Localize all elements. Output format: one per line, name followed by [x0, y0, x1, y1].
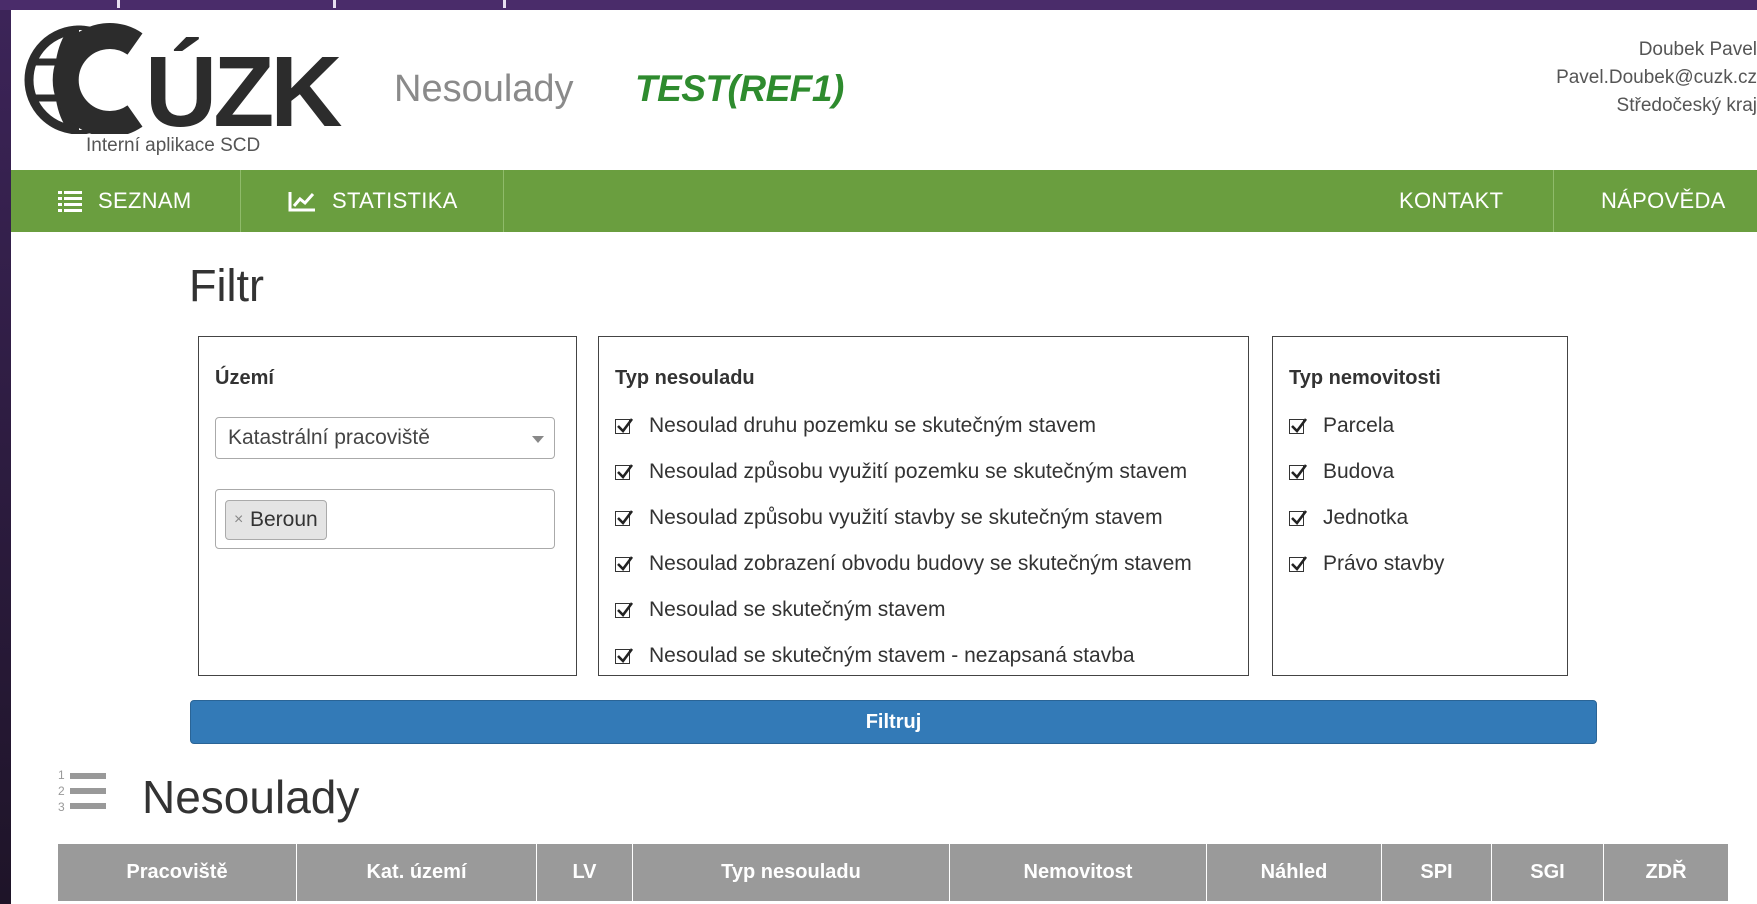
svg-text:1: 1: [58, 768, 65, 782]
panel-title-typ-nemovitosti: Typ nemovitosti: [1289, 367, 1441, 389]
typ-nemovitosti-option[interactable]: Budova: [1289, 460, 1394, 484]
results-title: Nesoulady: [142, 771, 360, 823]
checkbox-label: Nesoulad způsobu využití pozemku se skut…: [649, 460, 1188, 483]
selected-tag-label: Beroun: [250, 508, 318, 531]
nav-item-statistika[interactable]: STATISTIKA: [288, 170, 458, 232]
user-region: Středočeský kraj: [1616, 95, 1757, 116]
user-email: Pavel.Doubek@cuzk.cz: [1556, 67, 1757, 88]
cuzk-logo-graphic: ÚZK: [24, 23, 346, 148]
line-chart-icon: [288, 190, 316, 212]
typ-nesouladu-option[interactable]: Nesoulad zobrazení obvodu budovy se skut…: [615, 552, 1192, 576]
checkbox-label: Nesoulad zobrazení obvodu budovy se skut…: [649, 552, 1192, 575]
typ-nesouladu-option[interactable]: Nesoulad způsobu využití stavby se skute…: [615, 506, 1163, 530]
nav-item-napoveda[interactable]: NÁPOVĚDA: [1601, 170, 1726, 232]
uzemi-type-select-value: Katastrální pracoviště: [228, 426, 430, 449]
panel-typ-nesouladu: Typ nesouladu Nesoulad druhu pozemku se …: [598, 336, 1249, 676]
nav-label-statistika: STATISTIKA: [332, 188, 458, 213]
checkbox[interactable]: [615, 509, 634, 526]
checkbox[interactable]: [615, 463, 634, 480]
column-header[interactable]: Typ nesouladu: [633, 844, 950, 901]
app-window: ÚZK Interní aplikace SCD Nesoulady TEST(…: [11, 10, 1757, 904]
desktop-left-strip: [0, 10, 11, 904]
checkbox[interactable]: [1289, 509, 1308, 526]
checkbox-label: Nesoulad druhu pozemku se skutečným stav…: [649, 414, 1097, 437]
filter-submit-button[interactable]: Filtruj: [190, 700, 1597, 744]
nav-item-seznam[interactable]: SEZNAM: [58, 170, 191, 232]
column-header[interactable]: LV: [537, 844, 633, 901]
app-title: Nesoulady: [394, 68, 574, 110]
nav-divider: [503, 170, 504, 232]
typ-nemovitosti-option[interactable]: Jednotka: [1289, 506, 1408, 530]
checkbox[interactable]: [1289, 555, 1308, 572]
column-header[interactable]: SPI: [1382, 844, 1492, 901]
svg-text:ÚZK: ÚZK: [145, 36, 342, 134]
desktop-marker: [503, 0, 506, 8]
checkbox-label: Nesoulad způsobu využití stavby se skute…: [649, 506, 1163, 529]
environment-label: TEST(REF1): [635, 68, 844, 109]
uzemi-multiselect[interactable]: × Beroun: [215, 489, 555, 549]
checkbox[interactable]: [1289, 463, 1308, 480]
column-header[interactable]: Pracoviště: [58, 844, 297, 901]
desktop-marker: [117, 0, 120, 8]
column-header[interactable]: Náhled: [1207, 844, 1382, 901]
svg-text:2: 2: [58, 784, 65, 798]
nav-label-seznam: SEZNAM: [98, 188, 192, 213]
column-header[interactable]: ZDŘ: [1604, 844, 1728, 901]
typ-nesouladu-option[interactable]: Nesoulad druhu pozemku se skutečným stav…: [615, 414, 1096, 438]
checkbox-label: Nesoulad se skutečným stavem - nezapsaná…: [649, 644, 1135, 667]
checkbox-label: Právo stavby: [1323, 552, 1445, 575]
panel-title-uzemi: Území: [215, 367, 274, 389]
desktop-top-strip: [0, 0, 1757, 10]
typ-nemovitosti-option[interactable]: Parcela: [1289, 414, 1394, 438]
checkbox-label: Budova: [1323, 460, 1395, 483]
checkbox[interactable]: [615, 647, 634, 664]
logo-subtitle: Interní aplikace SCD: [86, 135, 261, 156]
remove-tag-icon[interactable]: ×: [234, 501, 243, 539]
column-header[interactable]: SGI: [1492, 844, 1604, 901]
checkbox[interactable]: [1289, 417, 1308, 434]
nav-divider: [240, 170, 241, 232]
nav-divider: [1553, 170, 1554, 232]
chevron-down-icon: [532, 436, 544, 443]
checkbox-label: Nesoulad se skutečným stavem: [649, 598, 946, 621]
selected-tag-beroun: × Beroun: [225, 500, 327, 540]
uzemi-type-select[interactable]: Katastrální pracoviště: [215, 417, 555, 459]
checkbox[interactable]: [615, 417, 634, 434]
checkbox[interactable]: [615, 601, 634, 618]
typ-nemovitosti-option[interactable]: Právo stavby: [1289, 552, 1444, 576]
checkbox[interactable]: [615, 555, 634, 572]
results-table-header: Pracoviště Kat. území LV Typ nesouladu N…: [58, 844, 1728, 901]
panel-uzemi: Území Katastrální pracoviště × Beroun: [198, 336, 577, 676]
typ-nesouladu-option[interactable]: Nesoulad se skutečným stavem - nezapsaná…: [615, 644, 1135, 668]
desktop-marker: [333, 0, 336, 8]
user-name: Doubek Pavel: [1638, 39, 1757, 60]
checkbox-label: Jednotka: [1323, 506, 1409, 529]
typ-nesouladu-option[interactable]: Nesoulad se skutečným stavem: [615, 598, 945, 622]
panel-typ-nemovitosti: Typ nemovitosti Parcela Budova Jednotka Prá…: [1272, 336, 1568, 676]
typ-nesouladu-option[interactable]: Nesoulad způsobu využití pozemku se skut…: [615, 460, 1187, 484]
cuzk-logo[interactable]: ÚZK: [17, 22, 357, 148]
main-navbar: SEZNAM STATISTIKA KONTAKT NÁPOVĚDA: [11, 170, 1757, 232]
panel-title-typ-nesouladu: Typ nesouladu: [615, 367, 755, 389]
column-header[interactable]: Kat. území: [297, 844, 537, 901]
ordered-list-icon: 1 2 3: [56, 768, 108, 821]
svg-text:3: 3: [58, 800, 65, 814]
nav-item-kontakt[interactable]: KONTAKT: [1399, 170, 1503, 232]
checkbox-label: Parcela: [1323, 414, 1395, 437]
column-header[interactable]: Nemovitost: [950, 844, 1207, 901]
filter-title: Filtr: [189, 260, 264, 311]
list-icon: [58, 190, 82, 212]
user-info: Doubek Pavel Pavel.Doubek@cuzk.cz Středo…: [1556, 36, 1757, 120]
